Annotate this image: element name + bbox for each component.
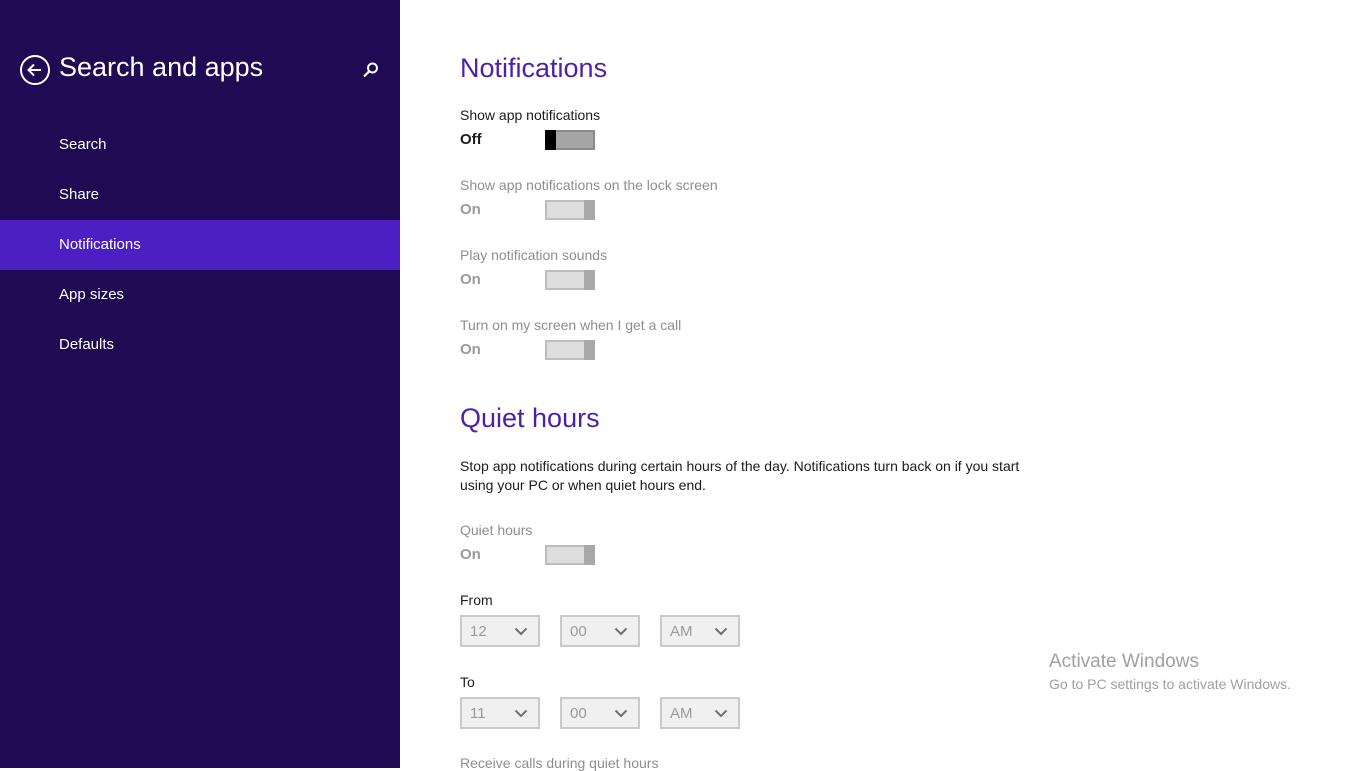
- to-minute-select[interactable]: 00: [560, 697, 640, 729]
- quiet-hours-state: On: [460, 546, 481, 563]
- sidebar-item-notifications[interactable]: Notifications: [0, 220, 400, 270]
- quiet-hours-toggle[interactable]: [545, 545, 595, 565]
- show-app-notifications-label: Show app notifications: [460, 107, 601, 123]
- screen-on-call-state: On: [460, 341, 481, 358]
- from-period-select[interactable]: AM: [660, 615, 740, 647]
- to-hour-value: 11: [470, 705, 486, 722]
- chevron-down-icon: [614, 627, 628, 636]
- to-label: To: [460, 674, 475, 690]
- screen-on-call-toggle[interactable]: [545, 340, 595, 360]
- from-hour-select[interactable]: 12: [460, 615, 540, 647]
- to-period-select[interactable]: AM: [660, 697, 740, 729]
- chevron-down-icon: [714, 627, 728, 636]
- page-title: Search and apps: [59, 52, 264, 82]
- notifications-heading: Notifications: [460, 53, 608, 83]
- lock-screen-notifications-label: Show app notifications on the lock scree…: [460, 177, 718, 193]
- back-button[interactable]: [20, 55, 50, 85]
- from-minute-value: 00: [570, 623, 587, 640]
- notification-sounds-state: On: [460, 271, 481, 288]
- show-app-notifications-toggle[interactable]: [545, 130, 595, 150]
- from-label: From: [460, 592, 493, 608]
- sidebar-item-app-sizes[interactable]: App sizes: [0, 270, 400, 320]
- notification-sounds-label: Play notification sounds: [460, 247, 608, 263]
- from-minute-select[interactable]: 00: [560, 615, 640, 647]
- chevron-down-icon: [514, 709, 528, 718]
- activate-windows-subtitle: Go to PC settings to activate Windows.: [1049, 676, 1291, 692]
- chevron-down-icon: [614, 709, 628, 718]
- lock-screen-notifications-state: On: [460, 201, 481, 218]
- quiet-hours-label: Quiet hours: [460, 522, 533, 538]
- notification-sounds-toggle[interactable]: [545, 270, 595, 290]
- activate-windows-title: Activate Windows: [1049, 651, 1199, 672]
- search-icon[interactable]: [362, 61, 380, 79]
- sidebar-item-search[interactable]: Search: [0, 120, 400, 170]
- screen-on-call-label: Turn on my screen when I get a call: [460, 317, 682, 333]
- quiet-hours-heading: Quiet hours: [460, 403, 600, 433]
- to-minute-value: 00: [570, 705, 587, 722]
- sidebar: Search and apps Search Share Notificatio…: [0, 0, 400, 768]
- show-app-notifications-state: Off: [460, 131, 482, 148]
- back-arrow-icon: [27, 63, 41, 77]
- lock-screen-notifications-toggle[interactable]: [545, 200, 595, 220]
- chevron-down-icon: [714, 709, 728, 718]
- from-period-value: AM: [670, 623, 693, 640]
- sidebar-nav: Search Share Notifications App sizes Def…: [0, 120, 400, 370]
- sidebar-item-defaults[interactable]: Defaults: [0, 320, 400, 370]
- sidebar-item-share[interactable]: Share: [0, 170, 400, 220]
- from-hour-value: 12: [470, 623, 487, 640]
- to-hour-select[interactable]: 11: [460, 697, 540, 729]
- chevron-down-icon: [514, 627, 528, 636]
- quiet-hours-description: Stop app notifications during certain ho…: [460, 458, 1020, 493]
- receive-calls-label: Receive calls during quiet hours: [460, 755, 659, 771]
- to-period-value: AM: [670, 705, 693, 722]
